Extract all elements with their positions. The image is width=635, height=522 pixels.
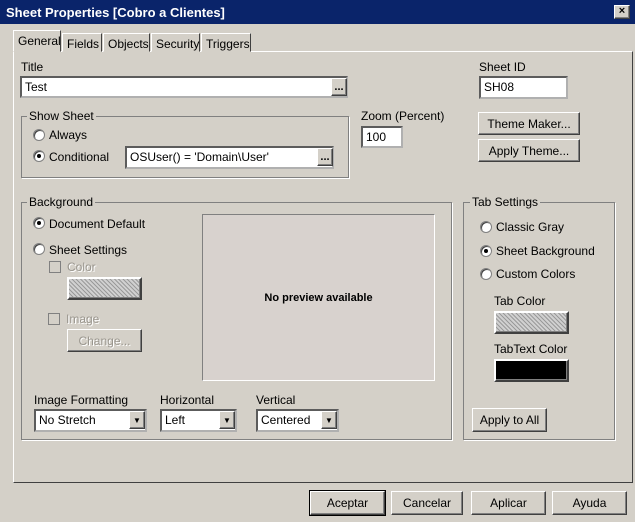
tab-triggers[interactable]: Triggers — [201, 33, 251, 52]
classic-gray-radio[interactable] — [480, 221, 492, 233]
sheet-background-label: Sheet Background — [496, 244, 595, 258]
sheet-background-radio[interactable] — [480, 245, 492, 257]
title-input[interactable]: Test — [20, 76, 348, 98]
image-label: Image — [66, 312, 100, 326]
tab-security[interactable]: Security — [151, 33, 200, 52]
zoom-label: Zoom (Percent) — [361, 109, 445, 123]
cancel-button[interactable]: Cancelar — [391, 491, 463, 515]
show-sheet-label: Show Sheet — [27, 109, 96, 123]
ok-button[interactable]: Aceptar — [309, 490, 386, 516]
apply-button[interactable]: Aplicar — [471, 491, 546, 515]
tabtext-color-label: TabText Color — [494, 342, 568, 356]
conditional-radio[interactable] — [33, 150, 45, 162]
image-formatting-label: Image Formatting — [34, 393, 129, 407]
window-title: Sheet Properties [Cobro a Clientes] — [6, 5, 225, 20]
conditional-label: Conditional — [49, 150, 110, 164]
always-radio[interactable] — [33, 129, 45, 141]
select-value: Centered — [261, 413, 311, 427]
background-preview: No preview available — [202, 214, 435, 381]
tab-settings-label: Tab Settings — [470, 195, 541, 209]
classic-gray-label: Classic Gray — [496, 220, 565, 234]
vertical-label: Vertical — [256, 393, 296, 407]
vertical-select[interactable]: Centered ▼ — [256, 409, 339, 432]
horizontal-select[interactable]: Left ▼ — [160, 409, 237, 432]
image-checkbox[interactable] — [48, 313, 60, 325]
preview-text: No preview available — [264, 291, 373, 304]
background-label: Background — [27, 195, 96, 209]
tab-objects[interactable]: Objects — [103, 33, 150, 52]
select-value: Left — [165, 413, 186, 427]
help-button[interactable]: Ayuda — [552, 491, 627, 515]
document-default-radio[interactable] — [33, 217, 45, 229]
always-label: Always — [49, 128, 88, 142]
theme-maker-button[interactable]: Theme Maker... — [478, 112, 580, 135]
color-checkbox[interactable] — [49, 261, 61, 273]
apply-theme-button[interactable]: Apply Theme... — [478, 139, 580, 162]
sheet-settings-radio[interactable] — [33, 243, 45, 255]
custom-colors-label: Custom Colors — [496, 267, 576, 281]
condition-input[interactable]: OSUser() = 'Domain\User' — [125, 146, 334, 169]
close-button[interactable]: × — [614, 5, 630, 19]
image-formatting-select[interactable]: No Stretch ▼ — [34, 409, 147, 432]
sheet-id-input[interactable]: SH08 — [479, 76, 568, 99]
document-default-label: Document Default — [49, 217, 146, 231]
title-bar: Sheet Properties [Cobro a Clientes] — [0, 0, 635, 24]
color-label: Color — [67, 260, 96, 274]
dropdown-arrow-icon[interactable]: ▼ — [321, 411, 337, 429]
sheet-id-label: Sheet ID — [479, 60, 526, 74]
tab-general[interactable]: General — [13, 30, 61, 52]
tab-color-label: Tab Color — [494, 294, 546, 308]
tab-fields[interactable]: Fields — [62, 33, 102, 52]
tabtext-color-button[interactable] — [494, 359, 569, 382]
horizontal-label: Horizontal — [160, 393, 215, 407]
background-color-button[interactable] — [67, 277, 142, 300]
title-expression-button[interactable]: ... — [331, 78, 347, 96]
apply-to-all-button[interactable]: Apply to All — [472, 408, 547, 432]
zoom-input[interactable]: 100 — [361, 126, 403, 148]
dropdown-arrow-icon[interactable]: ▼ — [129, 411, 145, 429]
dropdown-arrow-icon[interactable]: ▼ — [219, 411, 235, 429]
custom-colors-radio[interactable] — [480, 268, 492, 280]
title-label: Title — [21, 60, 44, 74]
sheet-settings-label: Sheet Settings — [49, 243, 128, 257]
condition-expression-button[interactable]: ... — [317, 148, 333, 166]
change-image-button[interactable]: Change... — [67, 329, 142, 352]
tab-color-button[interactable] — [494, 311, 569, 334]
select-value: No Stretch — [39, 413, 96, 427]
